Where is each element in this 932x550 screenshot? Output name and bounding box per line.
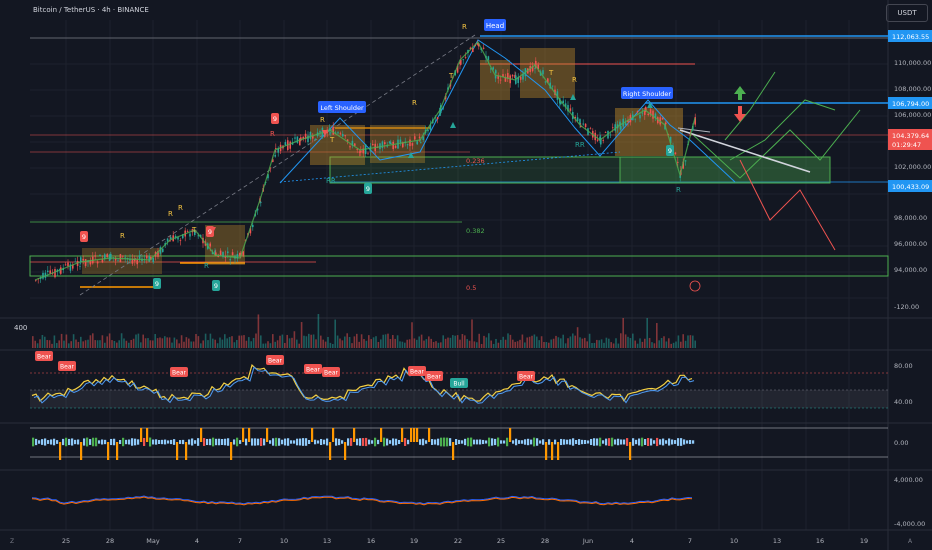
time-tick: 22 [454, 537, 462, 545]
marker-r: R [572, 76, 577, 84]
time-tick: 25 [62, 537, 70, 545]
marker-9: 9 [82, 233, 86, 241]
price-tick: 94,000.00 [894, 266, 927, 274]
marker-r: R [270, 130, 275, 138]
head-label-text: Head [486, 22, 504, 30]
head-label: Head [484, 19, 506, 31]
marker-r: R [204, 262, 209, 270]
price-tick: 106,000.00 [894, 111, 931, 119]
price-tag-label: 01:29:47 [892, 141, 921, 149]
price-tick: 96,000.00 [894, 240, 927, 248]
rsi-signal-label: Bear [37, 354, 51, 361]
price-tick: 108,000.00 [894, 85, 931, 93]
macd-tick: -4,000.00 [894, 520, 925, 528]
rsi-signal-label: Bear [172, 370, 186, 377]
macd-tick: 4,000.00 [894, 476, 923, 484]
time-tick: 19 [860, 537, 868, 545]
price-tag-label: 106,794.00 [892, 100, 929, 108]
fib-236-label: 0.236 [466, 157, 485, 165]
time-tick: 16 [367, 537, 375, 545]
time-tick: 16 [816, 537, 824, 545]
footer-left[interactable]: Z [10, 538, 14, 545]
time-tick: 7 [688, 537, 692, 545]
right-shoulder-text: Right Shoulder [623, 90, 671, 98]
price-tick: -120.00 [894, 303, 919, 311]
rsi-signal-label: Bear [324, 370, 338, 377]
rsi-tick: 40.00 [894, 398, 913, 406]
price-tick: 110,000.00 [894, 59, 931, 67]
rsi-signal-label: Bear [60, 364, 74, 371]
rsi-tick: 80.00 [894, 362, 913, 370]
marker-r: R [412, 99, 417, 107]
price-tag-label: 112,063.55 [892, 33, 929, 41]
price-tick: 98,000.00 [894, 214, 927, 222]
marker-9: 9 [214, 282, 218, 290]
time-tick: 10 [280, 537, 288, 545]
time-tick: 4 [630, 537, 634, 545]
symbol-title[interactable]: Bitcoin / TetherUS · 4h · BINANCE [33, 6, 149, 14]
marker-r: R [676, 186, 681, 194]
osc-tick: 0.00 [894, 439, 908, 447]
time-tick: 10 [730, 537, 738, 545]
marker-r: R [168, 210, 173, 218]
right-shoulder-label: Right Shoulder [621, 87, 673, 99]
time-tick: 4 [195, 537, 199, 545]
time-tick: 13 [773, 537, 781, 545]
marker-t: T [329, 136, 335, 144]
marker-t: T [448, 72, 454, 80]
marker-t: T [548, 69, 554, 77]
price-tag-label: 100,433.09 [892, 183, 929, 191]
marker-9: 9 [366, 185, 370, 193]
rsi-signal-label: Bear [268, 358, 282, 365]
rsi-signal-label: Bear [427, 374, 441, 381]
time-tick: 28 [541, 537, 549, 545]
marker-r: R [120, 232, 125, 240]
time-tick: 13 [323, 537, 331, 545]
volume-pane-label: 400 [14, 324, 27, 332]
marker-t: T [191, 226, 197, 234]
trading-chart[interactable]: Head Left Shoulder Right Shoulder 0.382 … [0, 0, 932, 550]
marker-rr: RR [575, 141, 585, 149]
rsi-signal-label: Bear [519, 374, 533, 381]
time-tick: Jun [582, 537, 593, 545]
marker-r: R [462, 23, 467, 31]
time-tick: 7 [238, 537, 242, 545]
rsi-signal-label: Bear [306, 367, 320, 374]
marker-9: 9 [155, 280, 159, 288]
rsi-signal-label: Bear [410, 369, 424, 376]
marker-9: 9 [273, 115, 277, 123]
marker-9: 9 [668, 147, 672, 155]
marker-rr: RR [326, 177, 336, 185]
rsi-signal-label: Bull [453, 381, 465, 388]
time-axis[interactable]: 25 28 May 4 7 10 13 16 19 22 25 28 Jun 4 7 10 13 16 19Z A [10, 537, 913, 545]
time-tick: 19 [410, 537, 418, 545]
price-tick: 102,000.00 [894, 163, 931, 171]
marker-r: R [320, 116, 325, 124]
marker-r: R [178, 204, 183, 212]
time-tick: May [146, 537, 160, 545]
currency-button[interactable]: USDT [886, 4, 928, 22]
fib-5-label: 0.5 [466, 284, 476, 292]
left-shoulder-label: Left Shoulder [318, 101, 366, 113]
time-tick: 28 [106, 537, 114, 545]
left-shoulder-text: Left Shoulder [320, 104, 364, 112]
fib-382-label: 0.382 [466, 227, 485, 235]
time-tick: 25 [497, 537, 505, 545]
